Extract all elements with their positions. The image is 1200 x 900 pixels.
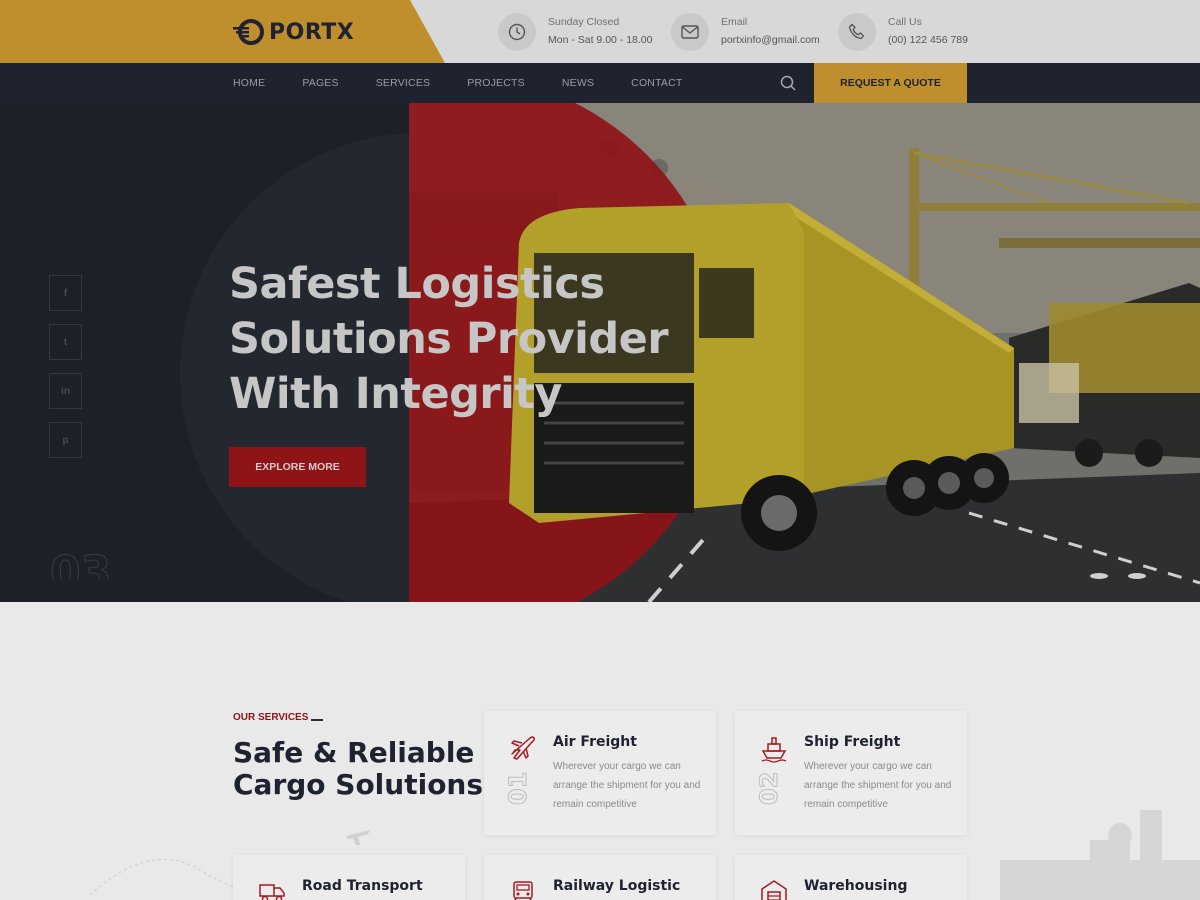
brand-name: PORTX — [269, 19, 355, 45]
nav-item-news[interactable]: NEWS — [562, 77, 594, 89]
search-icon[interactable] — [778, 73, 798, 93]
service-description: Wherever your cargo we can arrange the s… — [804, 761, 952, 810]
service-title: Warehousing — [804, 878, 908, 894]
contact-hours: Sunday Closed Mon - Sat 9.00 - 18.00 — [498, 12, 652, 52]
nav-item-projects[interactable]: PROJECTS — [467, 77, 525, 89]
service-card-railway-logistic[interactable]: Railway Logistic — [484, 855, 716, 900]
service-title: Railway Logistic — [553, 878, 681, 894]
contact-value[interactable]: (00) 122 456 789 — [888, 30, 968, 50]
train-icon — [508, 877, 538, 900]
hero-title-line: Safest Logistics — [229, 259, 605, 309]
service-description: Wherever your cargo we can arrange the s… — [553, 761, 701, 810]
clock-icon — [498, 13, 536, 51]
contact-value[interactable]: portxinfo@gmail.com — [721, 30, 820, 50]
section-tag-line — [311, 719, 323, 721]
logo-mark-icon — [233, 18, 265, 46]
twitter-icon[interactable]: t — [49, 324, 82, 360]
service-card-road-transport[interactable]: Road Transport — [233, 855, 465, 900]
facebook-icon[interactable]: f — [49, 275, 82, 311]
slide-number: 03 — [50, 547, 112, 580]
hero-slider: f t in p Safest Logistics Solutions Prov… — [0, 103, 1200, 602]
service-title: Road Transport — [302, 878, 423, 894]
top-bar: PORTX Sunday Closed Mon - Sat 9.00 - 18.… — [0, 0, 1200, 63]
airplane-decoration-icon — [346, 830, 370, 845]
nav-item-services[interactable]: SERVICES — [376, 77, 431, 89]
section-heading-line: Safe & Reliable — [233, 736, 475, 769]
phone-icon — [838, 13, 876, 51]
service-card-ship-freight[interactable]: Ship Freight Wherever your cargo we can … — [735, 711, 967, 835]
contact-value: Mon - Sat 9.00 - 18.00 — [548, 33, 653, 46]
hero-title: Safest Logistics Solutions Provider With… — [229, 257, 729, 422]
truck-icon — [257, 877, 287, 900]
section-heading-line: Cargo Solutions — [233, 768, 484, 801]
service-card-warehousing[interactable]: Warehousing — [735, 855, 967, 900]
nav-item-contact[interactable]: CONTACT — [631, 77, 682, 89]
explore-more-button[interactable]: EXPLORE MORE — [229, 447, 366, 487]
logo[interactable]: PORTX — [233, 17, 354, 47]
nav-item-pages[interactable]: PAGES — [302, 77, 338, 89]
train-decoration — [1000, 810, 1200, 900]
service-title: Ship Freight — [804, 734, 901, 750]
contact-label: Sunday Closed — [548, 15, 620, 28]
social-glyph: in — [61, 385, 70, 397]
contact-email: Email portxinfo@gmail.com — [671, 12, 820, 52]
warehouse-icon — [759, 877, 789, 900]
social-glyph: t — [63, 336, 68, 348]
social-glyph: p — [62, 434, 69, 446]
hero-title-line: Solutions Provider — [229, 314, 669, 364]
hero-title-line: With Integrity — [229, 369, 562, 419]
nav-item-home[interactable]: HOME — [233, 77, 265, 89]
section-heading: Safe & Reliable Cargo Solutions — [233, 737, 483, 801]
linkedin-icon[interactable]: in — [49, 373, 82, 409]
service-card-air-freight[interactable]: Air Freight Wherever your cargo we can a… — [484, 711, 716, 835]
nav-menu: HOME PAGES SERVICES PROJECTS NEWS CONTAC… — [233, 63, 720, 103]
main-navigation: HOME PAGES SERVICES PROJECTS NEWS CONTAC… — [0, 63, 1200, 103]
service-number: 02 — [755, 771, 784, 805]
ship-icon — [759, 733, 789, 763]
contact-label: Call Us — [888, 15, 922, 28]
pinterest-icon[interactable]: p — [49, 422, 82, 458]
envelope-icon — [671, 13, 709, 51]
social-glyph: f — [63, 287, 68, 299]
section-tag: OUR SERVICES — [233, 712, 309, 723]
request-quote-button[interactable]: REQUEST A QUOTE — [814, 63, 967, 103]
service-title: Air Freight — [553, 734, 637, 750]
airplane-icon — [508, 733, 538, 763]
service-number: 01 — [504, 771, 533, 805]
logo-background — [0, 0, 445, 63]
contact-phone: Call Us (00) 122 456 789 — [838, 12, 968, 52]
contact-label: Email — [721, 15, 748, 28]
